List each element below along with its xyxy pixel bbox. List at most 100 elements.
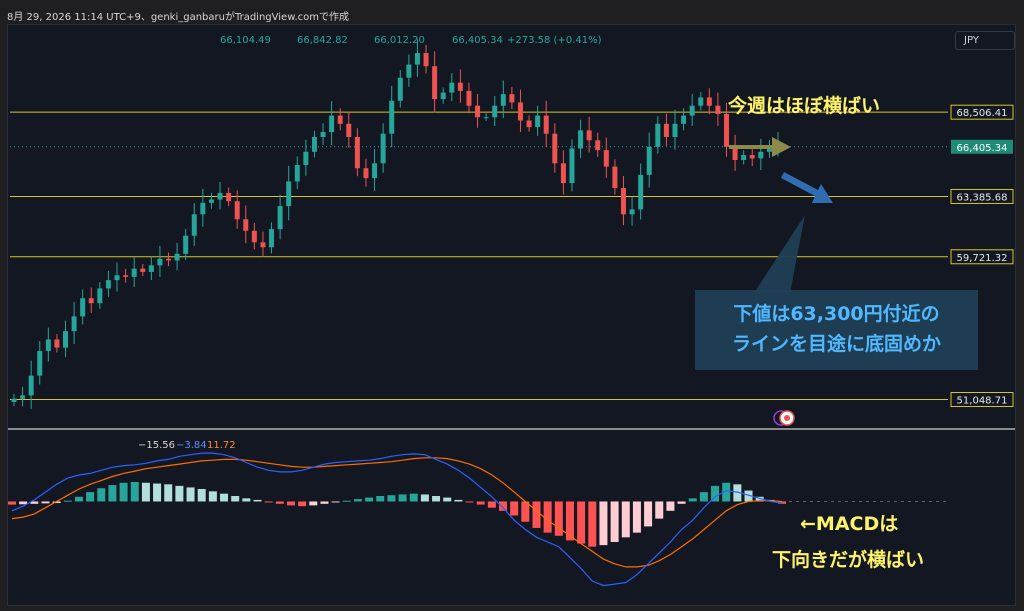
candle-body [380,133,386,164]
candle-body [45,339,51,351]
candle-body [603,150,609,167]
candle-body [406,64,412,78]
macd-histogram-bar [577,501,586,544]
macd-histogram-bar [86,492,95,502]
macd-histogram-bar [487,501,496,508]
candle-body [500,94,506,106]
candle-body [140,268,146,272]
candle-body [286,181,292,207]
macd-histogram-bar [655,501,664,519]
macd-histogram-bar [599,501,608,546]
macd-histogram-bar [298,501,307,507]
candle-body [183,235,189,254]
candle-body [492,105,498,118]
candle-body [157,258,163,266]
candle-body [234,201,240,220]
macd-histogram-bar [275,501,284,504]
callout-text: 下値は63,300円付近の ラインを目途に底固めか [695,299,978,359]
currency-button[interactable]: JPY [955,31,1015,50]
candle-body [449,82,455,93]
callout-pointer [754,215,805,293]
macd-histogram-bar [231,496,240,502]
candle-body [372,163,378,179]
ohlc-value-0: 66,104.49 [220,35,271,46]
annotation-macd-1: ←MACDは [800,513,899,535]
macd-histogram-bar [610,501,619,542]
annotation-macd-2: 下向きだが横ばい [772,549,925,571]
candle-body [354,136,360,169]
callout-line-2: ラインを目途に底固めか [731,333,941,355]
candle-body [80,298,86,317]
macd-histogram-bar [420,494,429,502]
macd-histogram-bar [74,496,83,502]
candle-body [251,230,257,243]
candle-body [131,268,137,277]
candle-body [20,395,26,399]
candle-body [595,140,601,151]
candle-body [54,339,60,348]
price-level-label-3: 51,048.71 [957,396,1008,407]
macd-histogram-bar [699,492,708,502]
macd-histogram-bar [130,481,139,502]
candle-body [88,298,94,304]
candle-body [208,199,214,203]
macd-hist-value: −15.56 [138,440,175,451]
macd-histogram-bar [644,501,653,527]
candle-body [105,280,111,289]
macd-histogram-bar [666,501,675,511]
macd-histogram-bar [19,501,28,505]
macd-histogram-bar [387,495,396,502]
macd-histogram-bar [309,501,318,506]
macd-histogram-bar [331,501,340,503]
ohlc-value-3: 66,405.34 [452,35,503,46]
candle-body [440,92,446,100]
candle-body [655,123,661,147]
macd-histogram-bar [41,501,50,504]
macd-histogram-bar [376,496,385,502]
macd-histogram-bar [153,483,162,502]
candle-body [311,136,317,152]
candle-body [294,164,300,182]
down-arrow-icon [781,172,833,203]
chart-window: 8月 29, 2026 11:14 UTC+9、genki_ganbaruがTr… [0,0,1024,611]
macd-histogram-bar [688,498,697,502]
macd-histogram-bar [510,501,519,516]
macd-histogram-bar [264,501,273,503]
candle-body [526,120,532,128]
macd-histogram-bar [141,482,150,502]
macd-histogram-bar [432,496,441,502]
candle-body [97,288,103,304]
candle-body [689,105,695,116]
candle-body [174,253,180,261]
candle-body [646,146,652,175]
macd-histogram-bar [398,494,407,502]
candle-body [277,206,283,230]
macd-histogram-bar [175,485,184,502]
price-level-label-0: 68,506.41 [957,108,1008,119]
candle-body [578,130,584,149]
candle-body [346,123,352,137]
macd-histogram-bar [532,501,541,528]
price-level-label-1: 63,385.68 [957,192,1008,203]
macd-histogram-bar [119,482,128,502]
candle-body [423,53,429,67]
callout-line-1: 下値は63,300円付近の [733,303,940,325]
candle-body [71,316,77,332]
macd-histogram-bar [443,497,452,502]
candle-body [123,275,129,277]
candle-body [166,258,172,261]
macd-histogram-bar [242,498,251,502]
macd-histogram-bar [409,493,418,502]
ohlc-value-1: 66,842.82 [297,35,348,46]
candle-body [509,94,515,103]
macd-histogram-bar [97,488,106,502]
macd-histogram-bar [365,497,374,502]
candle-body [226,192,232,202]
candle-body [560,163,566,184]
candle-body [706,97,712,106]
candle-body [329,115,335,133]
annotation-weekly-flat: 今週はほぼ横ばい [728,95,881,117]
macd-histogram-bar [208,491,217,502]
candle-body [475,105,481,118]
candle-body [466,90,472,106]
